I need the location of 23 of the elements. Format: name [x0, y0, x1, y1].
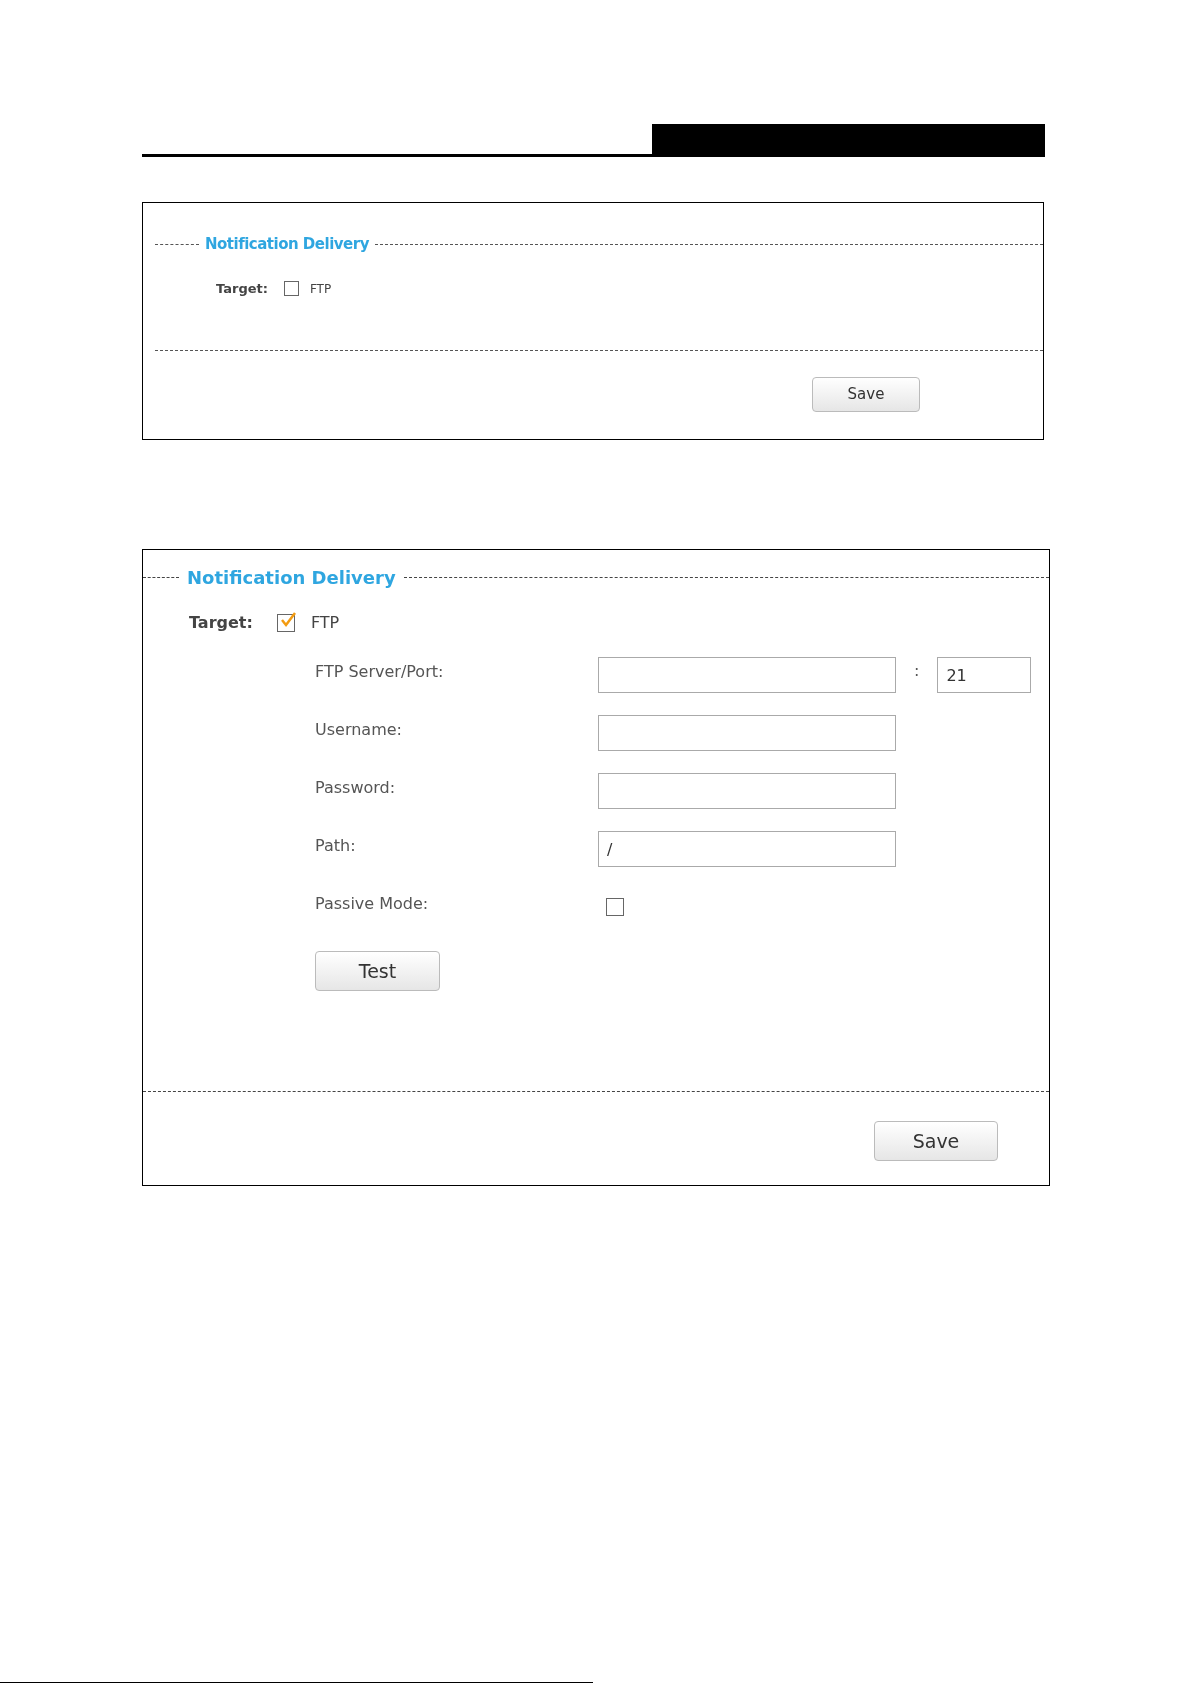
save-button[interactable]: Save — [812, 376, 920, 412]
section-title: Notification Delivery — [205, 234, 369, 255]
field-label: Username: — [315, 719, 403, 741]
test-button[interactable]: Test — [315, 951, 440, 991]
field-label: FTP Server/Port: — [315, 661, 445, 683]
field-label: Path: — [315, 835, 357, 857]
section-title: Notification Delivery — [187, 566, 396, 590]
target-label: Target: — [189, 612, 253, 634]
input-field[interactable] — [598, 715, 896, 751]
input-field[interactable] — [598, 773, 896, 809]
option-label: FTP — [309, 280, 332, 298]
option-label: FTP — [310, 612, 340, 634]
field-label: Password: — [315, 777, 397, 799]
checkbox[interactable] — [283, 281, 299, 296]
checkbox[interactable] — [276, 614, 295, 632]
input-field[interactable] — [598, 657, 896, 693]
save-button[interactable]: Save — [874, 1121, 998, 1161]
field-label: Passive Mode: — [315, 893, 430, 915]
checkbox[interactable] — [606, 898, 624, 916]
input-field[interactable]: 21 — [937, 657, 1032, 693]
target-label: Target: — [216, 279, 268, 298]
port-separator: : — [914, 660, 920, 682]
input-field[interactable]: / — [598, 831, 896, 867]
